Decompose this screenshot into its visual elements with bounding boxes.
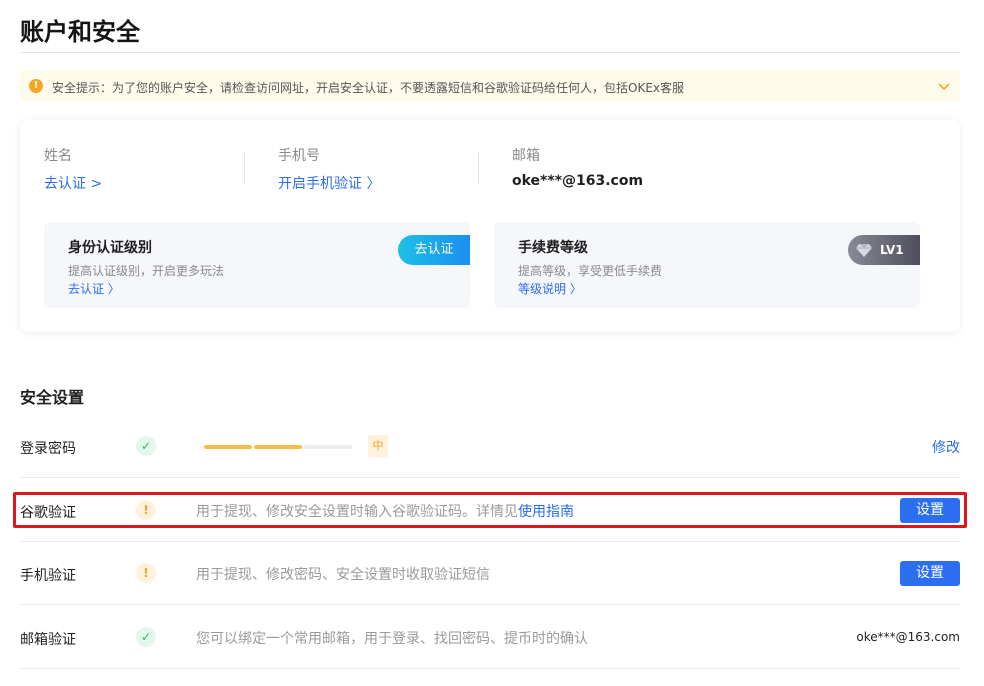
warning-icon: ! <box>136 500 156 520</box>
chevron-down-icon[interactable] <box>936 78 952 94</box>
row-desc: 您可以绑定一个常用邮箱，用于登录、找回密码、提币时的确认 <box>196 631 588 647</box>
verify-button[interactable]: 去认证 <box>398 235 470 265</box>
strength-label: 中 <box>368 435 388 457</box>
phone-verify-row: 手机验证 ! 用于提现、修改密码、安全设置时收取验证短信 设置 <box>20 542 960 605</box>
email-info: 邮箱 oke***@163.com <box>512 145 643 189</box>
fee-level-card: 手续费等级 提高等级，享受更低手续费 等级说明 〉 LV1 <box>494 222 920 308</box>
google-auth-row: 谷歌验证 ! 用于提现、修改安全设置时输入谷歌验证码。详情见使用指南 设置 <box>20 479 960 542</box>
strength-segment <box>304 445 352 449</box>
level-info-link[interactable]: 等级说明 〉 <box>518 280 582 297</box>
name-verify-link[interactable]: 去认证 > <box>44 173 102 193</box>
strength-segment <box>204 445 252 449</box>
divider <box>478 152 479 184</box>
google-desc-text: 用于提现、修改安全设置时输入谷歌验证码。详情见 <box>196 504 518 520</box>
warning-icon: ! <box>29 79 43 93</box>
warning-icon: ! <box>136 563 156 583</box>
email-verify-row: 邮箱验证 ✓ 您可以绑定一个常用邮箱，用于登录、找回密码、提币时的确认 oke*… <box>20 606 960 669</box>
level-text: LV1 <box>880 243 904 257</box>
phone-setup-button[interactable]: 设置 <box>900 561 960 586</box>
account-info-card: 姓名 去认证 > 手机号 开启手机验证 〉 邮箱 oke***@163.com … <box>20 120 960 332</box>
title-divider <box>20 52 960 53</box>
check-icon: ✓ <box>136 436 156 456</box>
row-desc: 用于提现、修改密码、安全设置时收取验证短信 <box>196 567 490 583</box>
login-password-row: 登录密码 ✓ 中 修改 <box>20 415 960 478</box>
fee-title: 手续费等级 <box>518 240 588 256</box>
email-label: 邮箱 <box>512 148 540 164</box>
security-settings-title: 安全设置 <box>20 388 85 407</box>
check-icon: ✓ <box>136 627 156 647</box>
identity-verify-link[interactable]: 去认证 〉 <box>68 280 120 297</box>
strength-segment <box>254 445 302 449</box>
identity-title: 身份认证级别 <box>68 240 152 256</box>
usage-guide-link[interactable]: 使用指南 <box>518 504 574 520</box>
identity-desc: 提高认证级别，开启更多玩法 <box>68 264 225 278</box>
row-label: 手机验证 <box>20 568 76 584</box>
name-info: 姓名 去认证 > <box>44 145 102 193</box>
row-desc: 用于提现、修改安全设置时输入谷歌验证码。详情见使用指南 <box>196 501 574 521</box>
row-label: 登录密码 <box>20 441 76 457</box>
divider <box>244 152 245 184</box>
enable-phone-link[interactable]: 开启手机验证 〉 <box>278 173 380 193</box>
diamond-icon <box>856 244 872 257</box>
level-badge: LV1 <box>848 235 920 265</box>
page-title: 账户和安全 <box>20 18 140 46</box>
google-setup-button[interactable]: 设置 <box>900 498 960 523</box>
name-label: 姓名 <box>44 148 72 164</box>
fee-desc: 提高等级，享受更低手续费 <box>518 264 663 278</box>
identity-level-card: 身份认证级别 提高认证级别，开启更多玩法 去认证 〉 去认证 <box>44 222 470 308</box>
bound-email: oke***@163.com <box>856 630 960 644</box>
security-notice: ! 安全提示：为了您的账户安全，请检查访问网址，开启安全认证，不要透露短信和谷歌… <box>20 70 960 102</box>
row-label: 邮箱验证 <box>20 632 76 648</box>
notice-text: 安全提示：为了您的账户安全，请检查访问网址，开启安全认证，不要透露短信和谷歌验证… <box>52 81 685 95</box>
modify-password-link[interactable]: 修改 <box>932 437 960 457</box>
email-value: oke***@163.com <box>512 173 644 189</box>
phone-label: 手机号 <box>278 148 320 164</box>
phone-info: 手机号 开启手机验证 〉 <box>278 145 380 193</box>
row-label: 谷歌验证 <box>20 505 76 521</box>
